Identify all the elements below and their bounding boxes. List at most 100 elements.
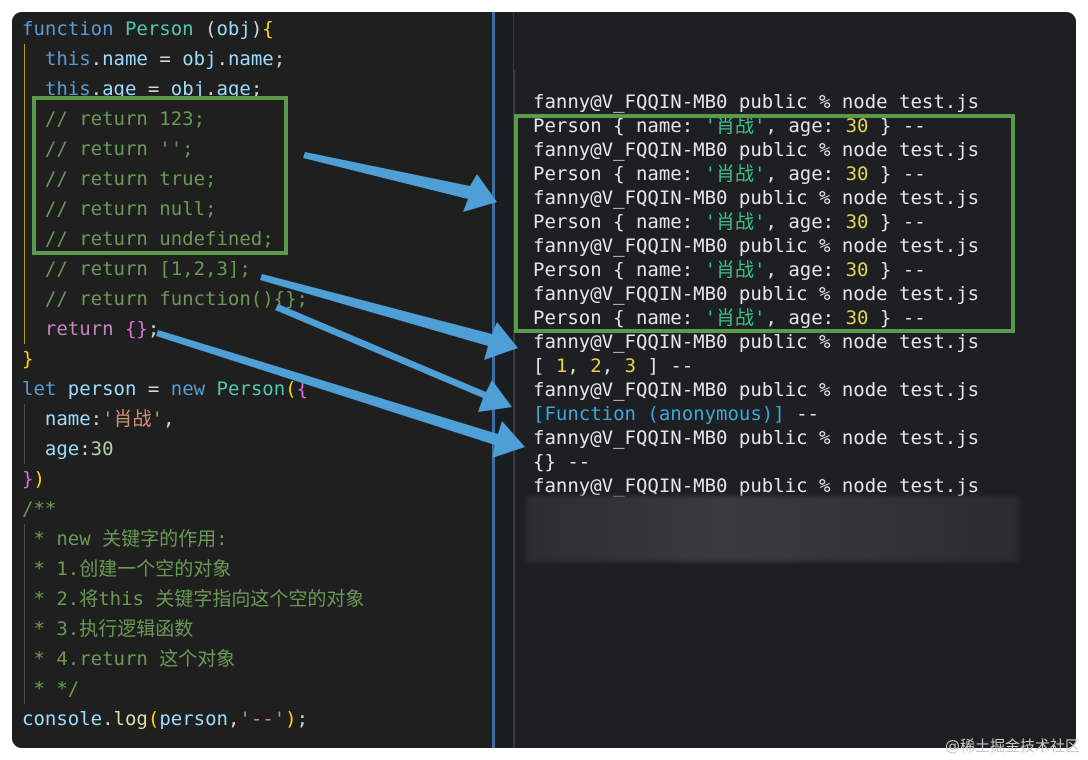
code-token: ;: [273, 48, 286, 70]
code-line: * 4.return 这个对象: [22, 644, 364, 674]
terminal-panel[interactable]: fanny@V_FQQIN-MB0 public % node test.js P…: [514, 12, 1076, 748]
code-line: // return '';: [22, 134, 364, 164]
code-token: } --: [868, 163, 926, 185]
terminal-border: [514, 70, 515, 748]
code-token: fanny@V_FQQIN-MB0 public % node test.js: [533, 187, 980, 209]
code-token: Person { name:: [533, 211, 705, 233]
code-token: ): [33, 468, 45, 490]
code-token: ] --: [636, 355, 694, 377]
code-token: age: [44, 438, 80, 460]
code-line: return {};: [22, 314, 364, 344]
code-token: age: [102, 78, 137, 100]
code-token: } --: [868, 211, 926, 233]
code-token: Person { name:: [533, 115, 705, 137]
code-token: '肖战': [704, 259, 766, 281]
code-token: fanny@V_FQQIN-MB0 public % node test.js: [533, 139, 980, 161]
code-token: =: [147, 48, 183, 70]
code-token: } --: [868, 115, 926, 137]
code-token: Person { name:: [533, 307, 705, 329]
code-token: .: [90, 48, 103, 70]
code-line: this.age = obj.age;: [22, 74, 364, 104]
code-line: function Person (obj){: [22, 14, 364, 44]
code-token: /**: [22, 498, 57, 520]
code-token: , age:: [765, 211, 846, 233]
code-token: :: [79, 438, 91, 460]
code-token: {} --: [533, 451, 591, 473]
terminal-line: {} --: [533, 450, 979, 474]
code-token: {: [262, 18, 274, 40]
code-token: // return undefined;: [22, 228, 274, 250]
code-token: '肖战': [704, 115, 766, 137]
terminal-line: fanny@V_FQQIN-MB0 public % node test.js: [533, 282, 979, 306]
code-token: Person { name:: [533, 163, 705, 185]
code-token: ,: [567, 355, 591, 377]
code-line: // return undefined;: [22, 224, 364, 254]
code-token: person: [159, 708, 228, 730]
code-token: this: [44, 78, 91, 100]
code-token: obj: [182, 48, 217, 70]
code-token: ;: [296, 708, 309, 730]
code-token: * new 关键字的作用:: [22, 528, 228, 550]
code-token: // return true;: [22, 168, 217, 190]
code-token: fanny@V_FQQIN-MB0 public % node test.js: [533, 91, 980, 113]
code-line: * new 关键字的作用:: [22, 524, 364, 554]
code-token: '--': [239, 708, 286, 730]
code-token: , age:: [765, 307, 846, 329]
code-token: [Function (anonymous)]: [533, 403, 785, 425]
code-token: name: [44, 408, 91, 430]
code-token: ;: [147, 318, 160, 340]
code-token: 30: [845, 115, 869, 137]
terminal-line: Person { name: '肖战', age: 30 } --: [533, 306, 979, 330]
code-token: '肖战': [704, 163, 766, 185]
pane-divider[interactable]: [492, 12, 514, 748]
terminal-line: Person { name: '肖战', age: 30 } --: [533, 210, 979, 234]
code-token: * */: [22, 678, 80, 700]
code-token: let: [22, 378, 57, 400]
code-token: return: [44, 318, 114, 340]
code-token: , age:: [765, 259, 846, 281]
code-line: // return [1,2,3];: [22, 254, 364, 284]
blurred-area: [526, 496, 1020, 562]
code-line: let person = new Person({: [22, 374, 364, 404]
code-token: '肖战': [102, 408, 163, 430]
code-token: 30: [845, 259, 869, 281]
code-token: =: [136, 378, 171, 400]
code-token: {}: [124, 318, 148, 340]
terminal-line: fanny@V_FQQIN-MB0 public % node test.js: [533, 426, 979, 450]
code-line: age:30: [22, 434, 364, 464]
code-token: }: [22, 468, 34, 490]
code-token: console: [22, 708, 103, 730]
code-editor: function Person (obj){ this.name = obj.n…: [12, 12, 492, 748]
terminal-line: fanny@V_FQQIN-MB0 public % node test.js: [533, 474, 979, 498]
screenshot-window: function Person (obj){ this.name = obj.n…: [12, 12, 1076, 748]
terminal-line: fanny@V_FQQIN-MB0 public % node test.js: [533, 186, 979, 210]
code-line: console.log(person,'--');: [22, 704, 364, 734]
code-token: (: [147, 708, 160, 730]
code-line: // return true;: [22, 164, 364, 194]
code-token: // return '';: [22, 138, 194, 160]
code-token: Person { name:: [533, 259, 705, 281]
code-token: , age:: [765, 115, 846, 137]
code-token: ,: [163, 408, 175, 430]
code-token: * 4.return 这个对象: [22, 648, 236, 670]
code-token: log: [113, 708, 148, 730]
code-token: .: [216, 48, 228, 70]
code-content[interactable]: function Person (obj){ this.name = obj.n…: [22, 14, 364, 734]
code-token: * 3.执行逻辑函数: [22, 618, 194, 640]
code-token: fanny@V_FQQIN-MB0 public % node test.js: [533, 379, 980, 401]
watermark: @稀土掘金技术社区: [944, 737, 1080, 755]
code-line: * 1.创建一个空的对象: [22, 554, 364, 584]
code-token: fanny@V_FQQIN-MB0 public % node test.js: [533, 235, 980, 257]
code-token: ): [250, 18, 263, 40]
code-token: , age:: [765, 163, 846, 185]
code-token: * 2.将this 关键字指向这个空的对象: [22, 588, 365, 610]
code-token: // return null;: [22, 198, 217, 220]
terminal-line: fanny@V_FQQIN-MB0 public % node test.js: [533, 378, 979, 402]
code-token: ,: [227, 708, 240, 730]
code-token: {: [296, 378, 309, 400]
